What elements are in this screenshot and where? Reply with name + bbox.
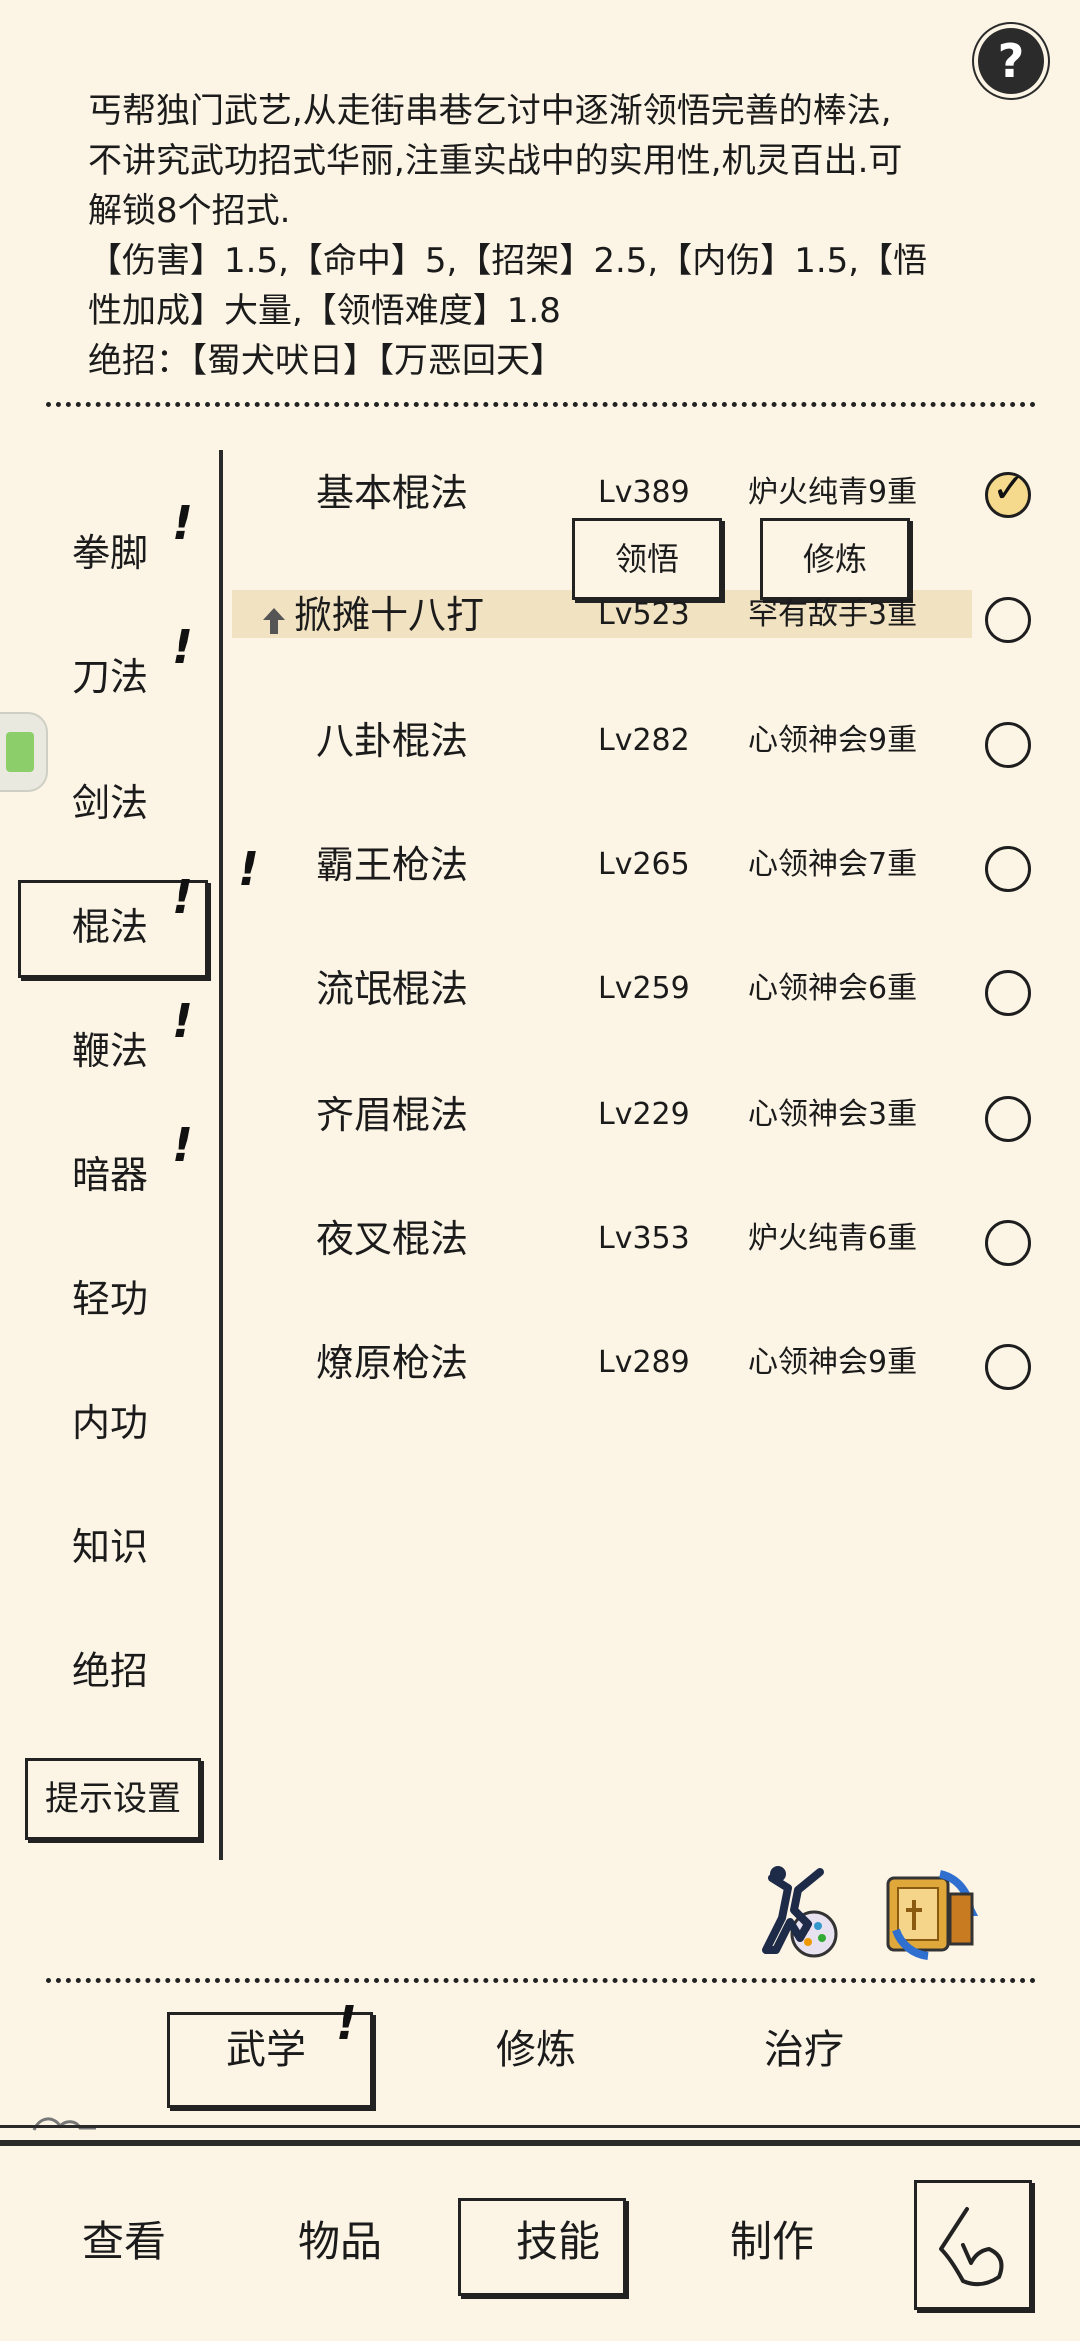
- skill-name[interactable]: 八卦棍法: [316, 716, 468, 766]
- description-line: 绝招：【蜀犬吠日】【万恶回天】: [88, 341, 564, 381]
- skill-select-radio[interactable]: [985, 970, 1031, 1016]
- sidebar-item-quanjiao[interactable]: 拳脚: [72, 528, 148, 578]
- description-line: 性加成】大量,【领悟难度】1.8: [88, 291, 561, 331]
- skill-level: Lv282: [598, 723, 690, 758]
- description-line: 解锁8个招式.: [88, 191, 291, 231]
- sidebar-item-label: 鞭法: [72, 1029, 149, 1073]
- sidebar-item-label: 绝招: [72, 1649, 149, 1693]
- sidebar-item-neigong[interactable]: 内功: [72, 1398, 148, 1448]
- skill-select-radio[interactable]: [985, 1096, 1031, 1142]
- skill-level: Lv389: [598, 475, 690, 510]
- skill-book-icon[interactable]: [878, 1860, 982, 1964]
- sidebar-item-anqi[interactable]: 暗器: [72, 1150, 148, 1200]
- sidebar-item-jianfa[interactable]: 剑法: [72, 778, 148, 828]
- skill-select-radio[interactable]: [985, 722, 1031, 768]
- back-icon: [939, 2207, 1004, 2287]
- skill-rank: 心领神会3重: [748, 1097, 918, 1132]
- skill-name[interactable]: 齐眉棍法: [316, 1090, 468, 1140]
- tab-xiulian[interactable]: 修炼: [496, 2020, 576, 2080]
- skill-name[interactable]: 掀摊十八打: [294, 590, 484, 640]
- skill-level: Lv265: [598, 847, 690, 882]
- skill-select-radio[interactable]: ✓: [985, 467, 1031, 518]
- skill-rank: 心领神会9重: [748, 1345, 918, 1380]
- skill-rank: 心领神会7重: [748, 847, 918, 882]
- check-icon: ✓: [992, 466, 1026, 512]
- martial-artist-icon[interactable]: [742, 1858, 846, 1962]
- alert-icon: !: [238, 842, 259, 896]
- tab-zhiliao[interactable]: 治疗: [764, 2020, 844, 2080]
- sidebar-item-label: 知识: [72, 1525, 149, 1569]
- floating-app-icon[interactable]: [0, 712, 48, 792]
- skill-rank: 炉火纯青6重: [748, 1221, 918, 1256]
- skill-level: Lv353: [598, 1221, 690, 1256]
- sidebar-item-label: 暗器: [72, 1153, 149, 1197]
- sidebar-item-label: 拳脚: [72, 531, 149, 575]
- description-line: 【伤害】1.5,【命中】5,【招架】2.5,【内伤】1.5,【悟: [88, 241, 928, 281]
- skill-level: Lv229: [598, 1097, 690, 1132]
- nav-items[interactable]: 物品: [298, 2212, 382, 2272]
- alert-icon: !: [172, 994, 193, 1048]
- comprehend-button[interactable]: 领悟: [572, 518, 722, 600]
- sidebar-item-juezhao[interactable]: 绝招: [72, 1646, 148, 1696]
- skill-name[interactable]: 流氓棍法: [316, 964, 468, 1014]
- sidebar-item-bianfa[interactable]: 鞭法: [72, 1026, 148, 1076]
- sidebar-divider: [219, 450, 223, 1860]
- skill-select-radio[interactable]: [985, 1344, 1031, 1390]
- nav-divider: [0, 2125, 1080, 2128]
- alert-icon: !: [336, 1996, 357, 2050]
- sidebar-item-label: 棍法: [72, 905, 149, 949]
- skill-name[interactable]: 夜叉棍法: [316, 1214, 468, 1264]
- skill-rank: 心领神会9重: [748, 723, 918, 758]
- skill-name[interactable]: 燎原枪法: [316, 1338, 468, 1388]
- skill-name[interactable]: 霸王枪法: [316, 840, 468, 890]
- skill-level: Lv523: [598, 597, 690, 632]
- nav-crafting[interactable]: 制作: [730, 2212, 814, 2272]
- skill-level: Lv259: [598, 971, 690, 1006]
- skill-description: 丐帮独门武艺,从走街串巷乞讨中逐渐领悟完善的棒法, 不讲究武功招式华丽,注重实战…: [88, 86, 1008, 386]
- sidebar-item-label: 剑法: [72, 781, 149, 825]
- skill-rank: 炉火纯青9重: [748, 475, 918, 510]
- sidebar-item-label: 轻功: [72, 1277, 149, 1321]
- skill-select-radio[interactable]: [985, 1220, 1031, 1266]
- skill-select-radio[interactable]: [985, 846, 1031, 892]
- sidebar-item-gunfa[interactable]: 棍法: [72, 902, 148, 952]
- skill-level: Lv289: [598, 1345, 690, 1380]
- skill-name[interactable]: 基本棍法: [316, 468, 468, 518]
- help-button[interactable]: ?: [978, 28, 1044, 94]
- back-button[interactable]: [914, 2180, 1032, 2310]
- nav-divider: [0, 2140, 1080, 2146]
- divider: [46, 1978, 1036, 1983]
- nav-view[interactable]: 查看: [82, 2212, 166, 2272]
- skill-rank: 罕有敌手3重: [748, 597, 918, 632]
- tab-wuxue[interactable]: 武学: [226, 2020, 306, 2080]
- sidebar-item-zhishi[interactable]: 知识: [72, 1522, 148, 1572]
- upgrade-arrow-icon: [263, 608, 285, 634]
- nav-skills[interactable]: 技能: [516, 2212, 600, 2272]
- skill-rank: 心领神会6重: [748, 971, 918, 1006]
- alert-icon: !: [172, 620, 193, 674]
- sidebar-item-daofa[interactable]: 刀法: [72, 652, 148, 702]
- sidebar-item-qinggong[interactable]: 轻功: [72, 1274, 148, 1324]
- train-button[interactable]: 修炼: [760, 518, 910, 600]
- alert-icon: !: [172, 870, 193, 924]
- divider: [46, 402, 1036, 407]
- cloud-ornament-icon: [32, 2117, 96, 2131]
- sidebar-item-label: 刀法: [72, 655, 149, 699]
- skill-select-radio[interactable]: [985, 597, 1031, 643]
- description-line: 丐帮独门武艺,从走街串巷乞讨中逐渐领悟完善的棒法,: [88, 91, 892, 131]
- alert-icon: !: [172, 496, 193, 550]
- hint-settings-button[interactable]: 提示设置: [25, 1758, 201, 1840]
- sidebar-item-label: 内功: [72, 1401, 149, 1445]
- description-line: 不讲究武功招式华丽,注重实战中的实用性,机灵百出.可: [88, 141, 903, 181]
- alert-icon: !: [172, 1118, 193, 1172]
